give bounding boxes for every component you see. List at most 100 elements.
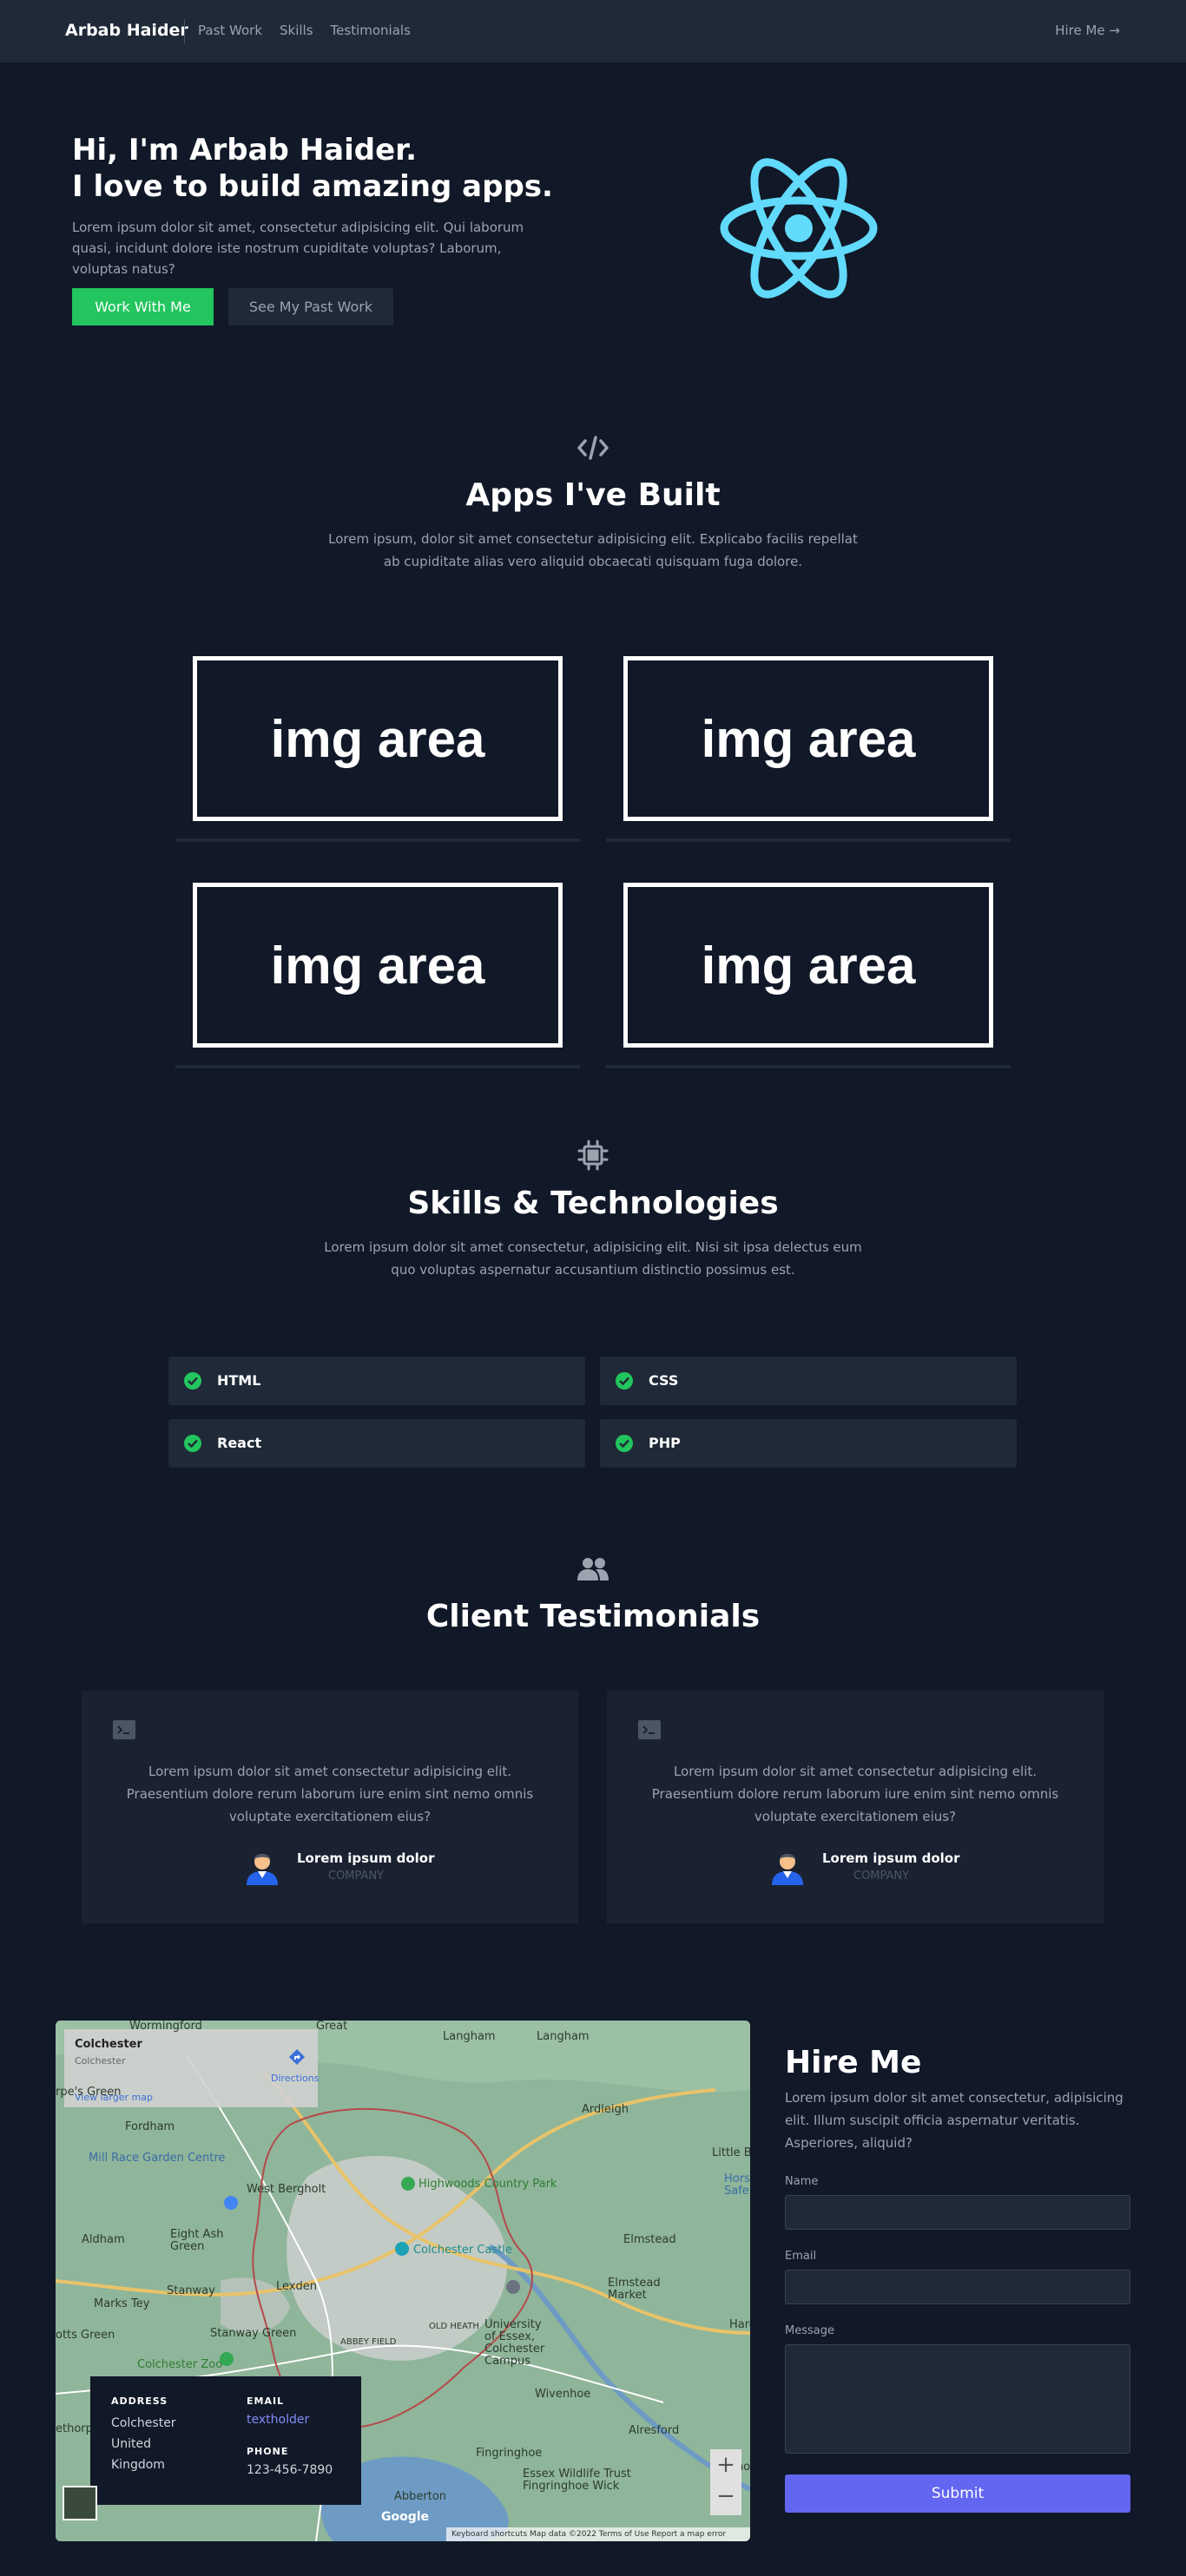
- app-card-underline: [175, 838, 580, 842]
- zoom-controls: + −: [710, 2449, 741, 2515]
- skills-section-description: Lorem ipsum dolor sit amet consectetur, …: [324, 1239, 862, 1278]
- app-image-placeholder: img area: [623, 656, 993, 821]
- map-label: Alresford: [629, 2424, 680, 2437]
- map-label: ABBEY FIELD: [340, 2337, 397, 2347]
- check-circle-icon: [616, 1372, 633, 1390]
- map-label: Wivenhoe: [535, 2388, 591, 2401]
- hire-me-title: Hire Me: [785, 2045, 922, 2080]
- satellite-toggle[interactable]: [63, 2486, 97, 2520]
- navbar: Arbab Haider Past Work Skills Testimonia…: [0, 0, 1186, 62]
- message-label: Message: [785, 2324, 834, 2337]
- name-label: Name: [785, 2175, 819, 2188]
- app-card-underline: [606, 838, 1011, 842]
- map-label: Lexden: [276, 2280, 317, 2293]
- testimonial-name: Lorem ipsum dolor: [297, 1850, 435, 1866]
- email-link[interactable]: textholder: [247, 2409, 309, 2430]
- contact-info-card: ADDRESS Colchester United Kingdom EMAIL …: [90, 2376, 361, 2505]
- phone-number: 123-456-7890: [247, 2463, 333, 2477]
- map-label: OLD HEATH: [429, 2322, 479, 2331]
- embedded-map[interactable]: Colchester Colchester View larger map Di…: [56, 2021, 750, 2541]
- map-label: Fordham: [125, 2120, 175, 2133]
- testimonial-card: Lorem ipsum dolor sit amet consectetur a…: [82, 1691, 578, 1923]
- testimonials-section-title: Client Testimonials: [425, 1599, 761, 1634]
- map-label: University of Essex, Colchester Campus: [484, 2318, 545, 2368]
- submit-button[interactable]: Submit: [785, 2474, 1130, 2513]
- map-label: Stanway: [167, 2284, 215, 2297]
- map-label: Marks Tey: [94, 2297, 150, 2310]
- testimonial-name: Lorem ipsum dolor: [822, 1850, 960, 1866]
- avatar: [768, 1847, 807, 1885]
- map-label: Aldham: [82, 2233, 125, 2246]
- app-card-underline: [606, 1065, 1011, 1068]
- google-logo: Google: [381, 2510, 430, 2524]
- map-place-subtitle: Colchester: [75, 2055, 126, 2067]
- work-with-me-button[interactable]: Work With Me: [72, 288, 214, 325]
- name-field[interactable]: [785, 2195, 1130, 2230]
- skill-label: PHP: [649, 1435, 681, 1451]
- app-card[interactable]: img area: [606, 656, 1011, 858]
- map-label: Great: [316, 2021, 348, 2033]
- skill-label: CSS: [649, 1372, 679, 1389]
- hire-me-description: Lorem ipsum dolor sit amet consectetur, …: [785, 2090, 1123, 2151]
- brand-logo[interactable]: Arbab Haider: [65, 21, 188, 40]
- skill-item: CSS: [600, 1357, 1017, 1405]
- address-line: Colchester: [111, 2416, 176, 2430]
- phone-heading: PHONE: [247, 2446, 289, 2457]
- directions-link[interactable]: Directions: [271, 2073, 319, 2084]
- map-label: Hare: [729, 2318, 750, 2331]
- testimonial-quote: Lorem ipsum dolor sit amet consectetur a…: [126, 1764, 534, 1824]
- map-label: Essex Wildlife Trust Fingringhoe Wick: [523, 2468, 631, 2493]
- email-heading: EMAIL: [247, 2395, 285, 2407]
- terminal-icon: [638, 1720, 661, 1739]
- app-card[interactable]: img area: [606, 883, 1011, 1084]
- nav-links: Past Work Skills Testimonials: [198, 23, 411, 38]
- map-label: Mill Race Garden Centre: [89, 2152, 226, 2165]
- terminal-icon: [113, 1720, 135, 1739]
- map-label: Hors Safe: [724, 2172, 750, 2198]
- users-icon: [576, 1552, 610, 1587]
- email-field[interactable]: [785, 2270, 1130, 2304]
- skill-item: React: [168, 1419, 585, 1468]
- skill-label: React: [217, 1435, 262, 1451]
- nav-link-testimonials[interactable]: Testimonials: [331, 23, 411, 38]
- apps-section-title: Apps I've Built: [465, 477, 721, 513]
- nav-link-past-work[interactable]: Past Work: [198, 23, 262, 38]
- testimonial-card: Lorem ipsum dolor sit amet consectetur a…: [607, 1691, 1104, 1923]
- app-image-placeholder: img area: [193, 883, 563, 1048]
- app-card[interactable]: img area: [175, 883, 580, 1084]
- map-label: Langham: [537, 2030, 590, 2043]
- nav-link-skills[interactable]: Skills: [280, 23, 313, 38]
- address-heading: ADDRESS: [111, 2395, 168, 2407]
- map-footer[interactable]: Keyboard shortcuts Map data ©2022 Terms …: [446, 2527, 750, 2541]
- message-field[interactable]: [785, 2344, 1130, 2454]
- react-logo-icon: [720, 158, 878, 299]
- see-past-work-button[interactable]: See My Past Work: [228, 288, 393, 325]
- app-card[interactable]: img area: [175, 656, 580, 858]
- skill-item: HTML: [168, 1357, 585, 1405]
- map-label: ethorp: [56, 2422, 93, 2435]
- directions-icon[interactable]: [288, 2048, 306, 2066]
- apps-section-description: Lorem ipsum, dolor sit amet consectetur …: [328, 531, 858, 569]
- testimonial-quote: Lorem ipsum dolor sit amet consectetur a…: [651, 1764, 1059, 1824]
- map-label: Eight Ash Green: [170, 2228, 224, 2253]
- map-label: Elmstead: [623, 2233, 676, 2246]
- address-line: United: [111, 2437, 151, 2451]
- map-label: Colchester Castle: [413, 2244, 512, 2257]
- check-circle-icon: [184, 1435, 201, 1452]
- map-label: Fingringhoe: [476, 2447, 543, 2460]
- testimonial-company: COMPANY: [328, 1870, 385, 1883]
- email-label: Email: [785, 2250, 817, 2263]
- zoom-out-button[interactable]: −: [710, 2481, 741, 2512]
- nav-hire-me-link[interactable]: Hire Me →: [1055, 23, 1120, 38]
- hero-title-line-1: Hi, I'm Arbab Haider.: [72, 133, 418, 168]
- address-line: Kingdom: [111, 2458, 165, 2472]
- map-label: Little B: [712, 2146, 750, 2159]
- code-icon: [576, 430, 610, 465]
- map-place-title: Colchester: [75, 2038, 142, 2051]
- zoom-in-button[interactable]: +: [710, 2449, 741, 2481]
- hero-description: Lorem ipsum dolor sit amet, consectetur …: [72, 220, 524, 277]
- map-label: Abberton: [394, 2490, 447, 2503]
- app-card-underline: [175, 1065, 580, 1068]
- check-circle-icon: [184, 1372, 201, 1390]
- map-label: Colchester Zoo: [137, 2358, 223, 2371]
